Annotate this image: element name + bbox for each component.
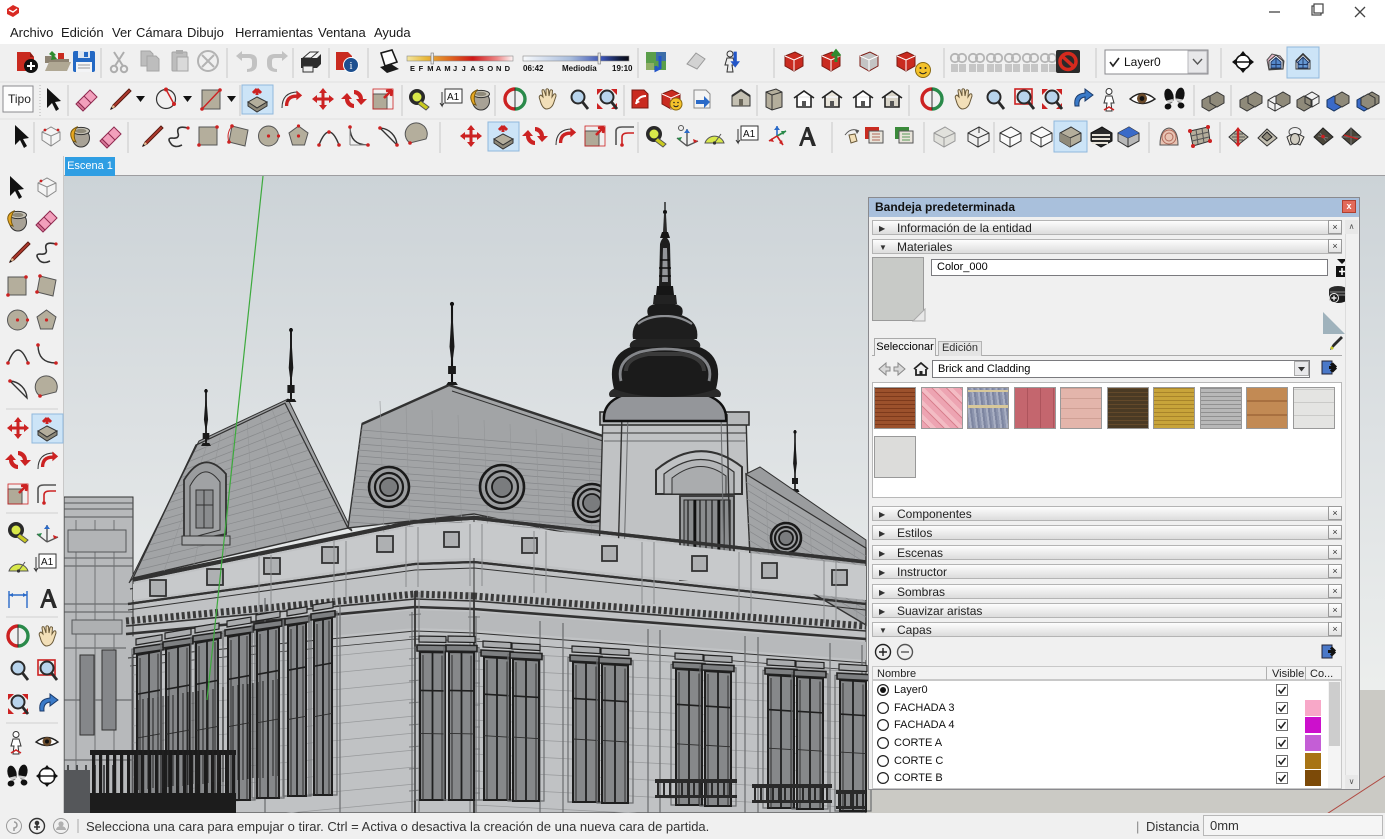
svg-text:Tipo: Tipo (8, 92, 31, 106)
svg-text:N: N (496, 64, 501, 73)
svg-text:A: A (436, 64, 442, 73)
svg-text:O: O (487, 64, 493, 73)
svg-text:A1: A1 (743, 129, 756, 140)
svg-text:D: D (505, 64, 511, 73)
svg-text:A1: A1 (41, 557, 54, 568)
svg-text:S: S (479, 64, 484, 73)
svg-text:M: M (444, 64, 450, 73)
svg-text:F: F (419, 64, 424, 73)
svg-text:A: A (470, 64, 476, 73)
svg-text:Mediodía: Mediodía (562, 64, 597, 73)
svg-text:J: J (462, 64, 466, 73)
svg-text:M: M (427, 64, 433, 73)
svg-text:E: E (410, 64, 415, 73)
svg-text:06:42: 06:42 (523, 64, 544, 73)
svg-text:J: J (453, 64, 457, 73)
svg-text:Layer0: Layer0 (1124, 55, 1161, 69)
svg-text:A1: A1 (447, 92, 460, 103)
svg-text:19:10: 19:10 (612, 64, 633, 73)
svg-text:i: i (349, 60, 352, 72)
